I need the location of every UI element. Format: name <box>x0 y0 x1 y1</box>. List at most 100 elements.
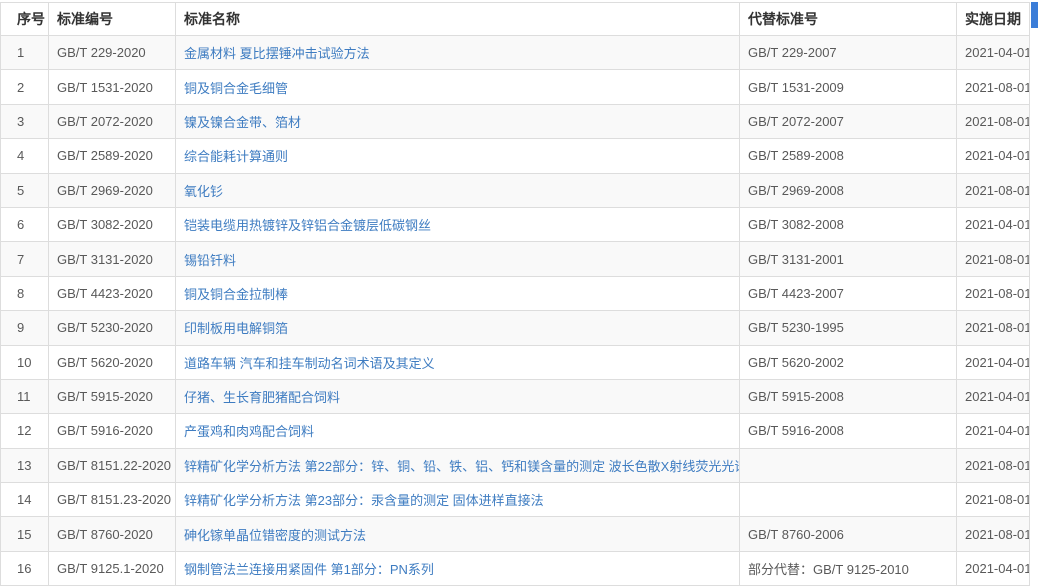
cell-replaced-code: GB/T 3082-2008 <box>740 207 957 241</box>
cell-standard-code: GB/T 3131-2020 <box>49 242 176 276</box>
standard-name-link[interactable]: 产蛋鸡和肉鸡配合饲料 <box>184 424 314 439</box>
standard-name-link[interactable]: 金属材料 夏比摆锤冲击试验方法 <box>184 46 370 61</box>
cell-seq: 5 <box>1 173 49 207</box>
cell-standard-name: 铜及铜合金拉制棒 <box>176 276 740 310</box>
cell-seq: 9 <box>1 311 49 345</box>
scrollbar-thumb[interactable] <box>1031 2 1038 28</box>
cell-standard-name: 砷化镓单晶位错密度的测试方法 <box>176 517 740 551</box>
table-row: 11 GB/T 5915-2020 仔猪、生长育肥猪配合饲料 GB/T 5915… <box>1 379 1030 413</box>
standard-name-link[interactable]: 锡铅钎料 <box>184 253 236 268</box>
cell-standard-code: GB/T 8151.22-2020 <box>49 448 176 482</box>
cell-standard-code: GB/T 2072-2020 <box>49 104 176 138</box>
cell-seq: 6 <box>1 207 49 241</box>
column-header-name: 标准名称 <box>176 3 740 36</box>
cell-seq: 12 <box>1 414 49 448</box>
cell-replaced-code: GB/T 5915-2008 <box>740 379 957 413</box>
cell-seq: 2 <box>1 70 49 104</box>
cell-standard-code: GB/T 5916-2020 <box>49 414 176 448</box>
cell-date: 2021-08-01 <box>957 517 1030 551</box>
standard-name-link[interactable]: 铜及铜合金毛细管 <box>184 81 288 96</box>
table-row: 5 GB/T 2969-2020 氧化钐 GB/T 2969-2008 2021… <box>1 173 1030 207</box>
table-row: 12 GB/T 5916-2020 产蛋鸡和肉鸡配合饲料 GB/T 5916-2… <box>1 414 1030 448</box>
cell-seq: 11 <box>1 379 49 413</box>
standard-name-link[interactable]: 道路车辆 汽车和挂车制动名词术语及其定义 <box>184 356 435 371</box>
cell-date: 2021-08-01 <box>957 448 1030 482</box>
standard-name-link[interactable]: 锌精矿化学分析方法 第23部分：汞含量的测定 固体进样直接法 <box>184 493 544 508</box>
table-row: 2 GB/T 1531-2020 铜及铜合金毛细管 GB/T 1531-2009… <box>1 70 1030 104</box>
standard-name-link[interactable]: 砷化镓单晶位错密度的测试方法 <box>184 528 366 543</box>
cell-standard-name: 道路车辆 汽车和挂车制动名词术语及其定义 <box>176 345 740 379</box>
cell-replaced-code: 部分代替：GB/T 9125-2010 <box>740 551 957 585</box>
table-header-row: 序号 标准编号 标准名称 代替标准号 实施日期 <box>1 3 1030 36</box>
standard-name-link[interactable]: 印制板用电解铜箔 <box>184 321 288 336</box>
cell-standard-name: 印制板用电解铜箔 <box>176 311 740 345</box>
standard-name-link[interactable]: 仔猪、生长育肥猪配合饲料 <box>184 390 340 405</box>
cell-date: 2021-04-01 <box>957 345 1030 379</box>
cell-seq: 8 <box>1 276 49 310</box>
standards-list-page: 序号 标准编号 标准名称 代替标准号 实施日期 1 GB/T 229-2020 … <box>0 2 1038 587</box>
cell-seq: 10 <box>1 345 49 379</box>
standard-name-link[interactable]: 综合能耗计算通则 <box>184 149 288 164</box>
cell-standard-code: GB/T 9125.1-2020 <box>49 551 176 585</box>
table-row: 10 GB/T 5620-2020 道路车辆 汽车和挂车制动名词术语及其定义 G… <box>1 345 1030 379</box>
cell-replaced-code: GB/T 5230-1995 <box>740 311 957 345</box>
cell-date: 2021-04-01 <box>957 414 1030 448</box>
cell-standard-code: GB/T 2969-2020 <box>49 173 176 207</box>
table-row: 14 GB/T 8151.23-2020 锌精矿化学分析方法 第23部分：汞含量… <box>1 483 1030 517</box>
standard-name-link[interactable]: 铜及铜合金拉制棒 <box>184 287 288 302</box>
standard-name-link[interactable]: 锌精矿化学分析方法 第22部分：锌、铜、铅、铁、铝、钙和镁含量的测定 波长色散X… <box>184 459 740 474</box>
cell-replaced-code: GB/T 2969-2008 <box>740 173 957 207</box>
cell-date: 2021-08-01 <box>957 483 1030 517</box>
cell-standard-name: 锌精矿化学分析方法 第23部分：汞含量的测定 固体进样直接法 <box>176 483 740 517</box>
cell-date: 2021-08-01 <box>957 276 1030 310</box>
cell-standard-name: 钢制管法兰连接用紧固件 第1部分：PN系列 <box>176 551 740 585</box>
table-row: 4 GB/T 2589-2020 综合能耗计算通则 GB/T 2589-2008… <box>1 139 1030 173</box>
cell-replaced-code: GB/T 1531-2009 <box>740 70 957 104</box>
cell-standard-code: GB/T 5620-2020 <box>49 345 176 379</box>
cell-replaced-code: GB/T 229-2007 <box>740 36 957 70</box>
cell-standard-name: 金属材料 夏比摆锤冲击试验方法 <box>176 36 740 70</box>
table-row: 6 GB/T 3082-2020 铠装电缆用热镀锌及锌铝合金镀层低碳钢丝 GB/… <box>1 207 1030 241</box>
table-row: 8 GB/T 4423-2020 铜及铜合金拉制棒 GB/T 4423-2007… <box>1 276 1030 310</box>
cell-standard-name: 锌精矿化学分析方法 第22部分：锌、铜、铅、铁、铝、钙和镁含量的测定 波长色散X… <box>176 448 740 482</box>
cell-seq: 1 <box>1 36 49 70</box>
table-row: 1 GB/T 229-2020 金属材料 夏比摆锤冲击试验方法 GB/T 229… <box>1 36 1030 70</box>
cell-standard-code: GB/T 5915-2020 <box>49 379 176 413</box>
cell-replaced-code <box>740 483 957 517</box>
cell-date: 2021-08-01 <box>957 173 1030 207</box>
standard-name-link[interactable]: 氧化钐 <box>184 184 223 199</box>
cell-standard-code: GB/T 8760-2020 <box>49 517 176 551</box>
cell-standard-name: 铠装电缆用热镀锌及锌铝合金镀层低碳钢丝 <box>176 207 740 241</box>
cell-date: 2021-08-01 <box>957 104 1030 138</box>
cell-standard-name: 产蛋鸡和肉鸡配合饲料 <box>176 414 740 448</box>
cell-standard-code: GB/T 4423-2020 <box>49 276 176 310</box>
cell-replaced-code <box>740 448 957 482</box>
cell-seq: 14 <box>1 483 49 517</box>
table-row: 15 GB/T 8760-2020 砷化镓单晶位错密度的测试方法 GB/T 87… <box>1 517 1030 551</box>
standard-name-link[interactable]: 钢制管法兰连接用紧固件 第1部分：PN系列 <box>184 562 434 577</box>
column-header-replaced: 代替标准号 <box>740 3 957 36</box>
cell-date: 2021-08-01 <box>957 311 1030 345</box>
cell-replaced-code: GB/T 3131-2001 <box>740 242 957 276</box>
cell-standard-name: 氧化钐 <box>176 173 740 207</box>
column-header-seq: 序号 <box>1 3 49 36</box>
cell-standard-code: GB/T 1531-2020 <box>49 70 176 104</box>
table-row: 16 GB/T 9125.1-2020 钢制管法兰连接用紧固件 第1部分：PN系… <box>1 551 1030 585</box>
cell-standard-code: GB/T 229-2020 <box>49 36 176 70</box>
cell-date: 2021-04-01 <box>957 36 1030 70</box>
table-row: 7 GB/T 3131-2020 锡铅钎料 GB/T 3131-2001 202… <box>1 242 1030 276</box>
cell-date: 2021-04-01 <box>957 379 1030 413</box>
cell-date: 2021-04-01 <box>957 207 1030 241</box>
standard-name-link[interactable]: 镍及镍合金带、箔材 <box>184 115 301 130</box>
cell-date: 2021-08-01 <box>957 70 1030 104</box>
standard-name-link[interactable]: 铠装电缆用热镀锌及锌铝合金镀层低碳钢丝 <box>184 218 431 233</box>
cell-date: 2021-04-01 <box>957 139 1030 173</box>
cell-standard-code: GB/T 3082-2020 <box>49 207 176 241</box>
cell-seq: 16 <box>1 551 49 585</box>
cell-standard-code: GB/T 2589-2020 <box>49 139 176 173</box>
cell-standard-name: 锡铅钎料 <box>176 242 740 276</box>
column-header-date: 实施日期 <box>957 3 1030 36</box>
cell-replaced-code: GB/T 5620-2002 <box>740 345 957 379</box>
table-row: 13 GB/T 8151.22-2020 锌精矿化学分析方法 第22部分：锌、铜… <box>1 448 1030 482</box>
cell-standard-name: 综合能耗计算通则 <box>176 139 740 173</box>
